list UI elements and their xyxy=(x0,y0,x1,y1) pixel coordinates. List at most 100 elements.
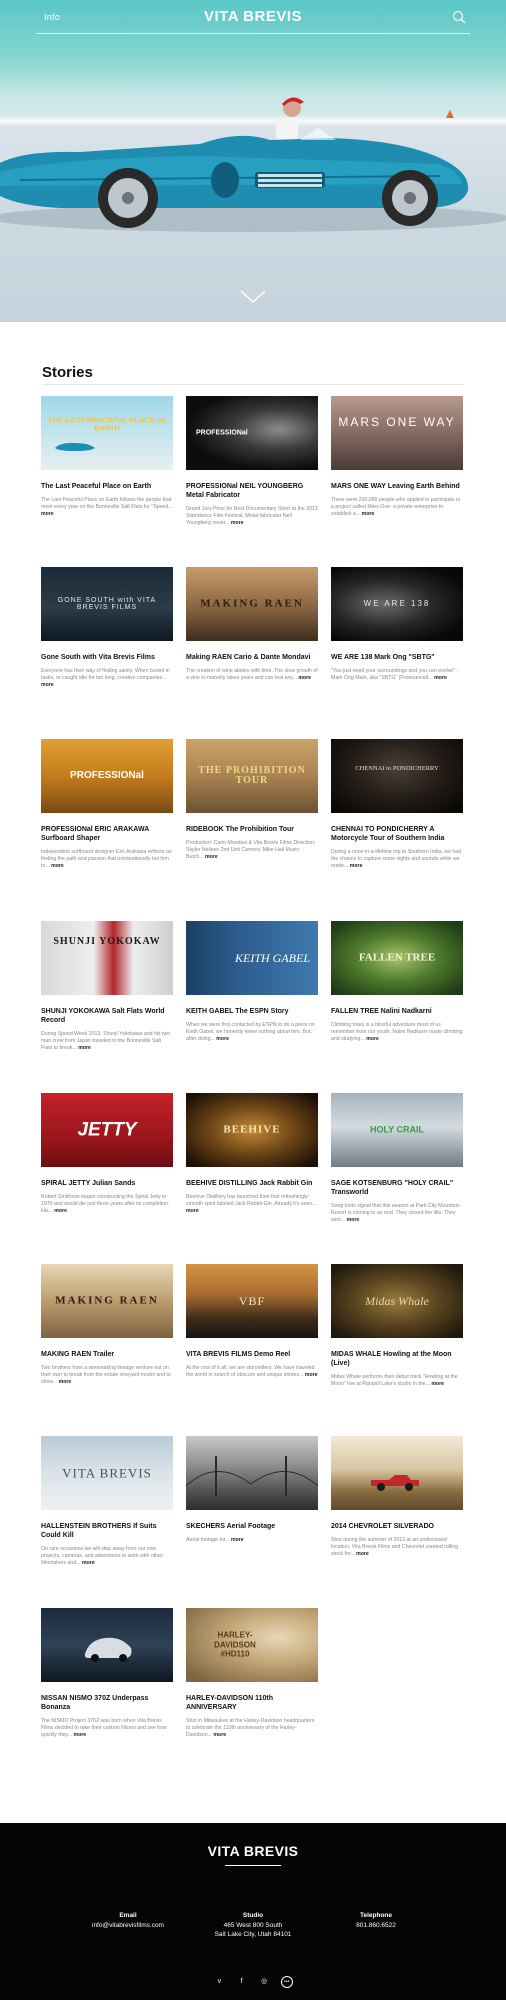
site-logo[interactable]: VITA BREVIS xyxy=(36,8,470,25)
story-thumbnail[interactable]: JETTY xyxy=(41,1093,173,1167)
more-link[interactable]: more xyxy=(74,1732,87,1738)
story-title[interactable]: PROFESSIONal ERIC ARAKAWA Surfboard Shap… xyxy=(41,825,173,843)
story-title[interactable]: HARLEY-DAVIDSON 110th ANNIVERSARY xyxy=(186,1694,318,1712)
story-thumbnail[interactable] xyxy=(41,1608,173,1682)
more-link[interactable]: more xyxy=(305,1372,318,1378)
story-title[interactable]: HALLENSTEIN BROTHERS If Suits Could Kill xyxy=(41,1522,173,1540)
story-card[interactable]: SHUNJI YOKOKAW SHUNJI YOKOKAWA Salt Flat… xyxy=(41,921,173,1053)
more-link[interactable]: more xyxy=(216,1036,229,1042)
story-card[interactable]: THE LAST PEACEFUL PLACE on EARTH The Las… xyxy=(41,396,173,519)
more-link[interactable]: more xyxy=(356,1551,369,1557)
story-thumbnail[interactable]: VITA BREVIS xyxy=(41,1436,173,1510)
story-card[interactable]: 2014 CHEVROLET SILVERADO Shot during the… xyxy=(331,1436,463,1559)
story-title[interactable]: Gone South with Vita Brevis Films xyxy=(41,653,173,662)
more-link[interactable]: more xyxy=(205,854,218,860)
footer-logo[interactable]: VITA BREVIS xyxy=(0,1843,506,1859)
story-card[interactable]: Midas Whale MIDAS WHALE Howling at the M… xyxy=(331,1264,463,1388)
story-title[interactable]: SAGE KOTSENBURG "HOLY CRAIL" Transworld xyxy=(331,1179,463,1197)
story-title[interactable]: 2014 CHEVROLET SILVERADO xyxy=(331,1522,463,1531)
story-thumbnail[interactable]: WE ARE 138 xyxy=(331,567,463,641)
more-link[interactable]: more xyxy=(78,1045,91,1051)
story-thumbnail[interactable]: MARS ONE WAY xyxy=(331,396,463,470)
story-thumbnail[interactable]: GONE SOUTH with VITA BREVIS FILMS xyxy=(41,567,173,641)
more-link[interactable]: more xyxy=(434,675,447,681)
story-thumbnail[interactable]: SHUNJI YOKOKAW xyxy=(41,921,173,995)
story-thumbnail[interactable]: Midas Whale xyxy=(331,1264,463,1338)
email-link[interactable]: info@vitabrevisfilms.com xyxy=(88,1921,168,1931)
chevron-down-icon[interactable] xyxy=(240,290,266,304)
story-title[interactable]: CHENNAI TO PONDICHERRY A Motorcycle Tour… xyxy=(331,825,463,843)
story-title[interactable]: PROFESSIONal NEIL YOUNGBERG Metal Fabric… xyxy=(186,482,318,500)
more-link[interactable]: more xyxy=(350,863,363,869)
more-link[interactable]: more xyxy=(51,863,64,869)
vimeo-icon[interactable]: v xyxy=(213,1976,225,1988)
story-title[interactable]: Making RAEN Cario & Dante Mondavi xyxy=(186,653,318,662)
story-title[interactable]: WE ARE 138 Mark Ong "SBTG" xyxy=(331,653,463,662)
story-thumbnail[interactable]: BEEHIVE xyxy=(186,1093,318,1167)
story-card[interactable]: FALLEN TREE FALLEN TREE Nalini Nadkarni … xyxy=(331,921,463,1044)
story-thumbnail[interactable]: HOLY CRAIL xyxy=(331,1093,463,1167)
story-thumbnail[interactable]: MAKING RAEN xyxy=(186,567,318,641)
story-card[interactable]: VITA BREVIS HALLENSTEIN BROTHERS If Suit… xyxy=(41,1436,173,1568)
story-title[interactable]: The Last Peaceful Place on Earth xyxy=(41,482,173,491)
story-card[interactable]: BEEHIVE BEEHIVE DISTILLING Jack Rabbit G… xyxy=(186,1093,318,1216)
more-link[interactable]: more xyxy=(59,1379,72,1385)
phone-link[interactable]: 801.860.6522 xyxy=(336,1921,416,1931)
more-link[interactable]: more xyxy=(186,1208,199,1214)
more-link[interactable]: more xyxy=(231,520,244,526)
story-thumbnail[interactable]: VBF xyxy=(186,1264,318,1338)
story-thumbnail[interactable] xyxy=(331,1436,463,1510)
story-card[interactable]: WE ARE 138 WE ARE 138 Mark Ong "SBTG" "Y… xyxy=(331,567,463,682)
story-card[interactable]: JETTY SPIRAL JETTY Julian Sands Robert S… xyxy=(41,1093,173,1216)
more-link[interactable]: more xyxy=(213,1732,226,1738)
story-title[interactable]: RIDEBOOK The Prohibition Tour xyxy=(186,825,318,834)
more-link[interactable]: more xyxy=(362,511,375,517)
story-thumbnail[interactable]: FALLEN TREE xyxy=(331,921,463,995)
story-title[interactable]: FALLEN TREE Nalini Nadkarni xyxy=(331,1007,463,1016)
story-card[interactable]: NISSAN NISMO 370Z Underpass Bonanza The … xyxy=(41,1608,173,1740)
story-thumbnail[interactable]: THE PROHIBITION TOUR xyxy=(186,739,318,813)
story-thumbnail[interactable]: KEITH GABEL xyxy=(186,921,318,995)
story-card[interactable]: GONE SOUTH with VITA BREVIS FILMS Gone S… xyxy=(41,567,173,690)
more-link[interactable]: more xyxy=(347,1217,360,1223)
story-card[interactable]: THE PROHIBITION TOUR RIDEBOOK The Prohib… xyxy=(186,739,318,862)
more-link[interactable]: more xyxy=(82,1560,95,1566)
story-card[interactable]: MAKING RAEN Making RAEN Cario & Dante Mo… xyxy=(186,567,318,682)
facebook-icon[interactable]: f xyxy=(236,1976,248,1988)
story-card[interactable]: PROFESSIONal PROFESSIONal ERIC ARAKAWA S… xyxy=(41,739,173,871)
more-link[interactable]: more xyxy=(54,1208,67,1214)
story-card[interactable]: HOLY CRAIL SAGE KOTSENBURG "HOLY CRAIL" … xyxy=(331,1093,463,1225)
more-link[interactable]: more xyxy=(41,511,54,517)
story-thumbnail[interactable]: PROFESSIONal xyxy=(41,739,173,813)
story-thumbnail[interactable]: THE LAST PEACEFUL PLACE on EARTH xyxy=(41,396,173,470)
story-card[interactable]: SKECHERS Aerial Footage Aerial footage f… xyxy=(186,1436,318,1544)
story-thumbnail[interactable]: HARLEY-DAVIDSON #HD110 xyxy=(186,1608,318,1682)
story-card[interactable]: KEITH GABEL KEITH GABEL The ESPN Story W… xyxy=(186,921,318,1044)
story-thumbnail[interactable] xyxy=(186,1436,318,1510)
story-title[interactable]: BEEHIVE DISTILLING Jack Rabbit Gin xyxy=(186,1179,318,1188)
story-card[interactable]: MAKING RAEN MAKING RAEN Trailer Two brot… xyxy=(41,1264,173,1387)
story-title[interactable]: MIDAS WHALE Howling at the Moon (Live) xyxy=(331,1350,463,1368)
story-card[interactable]: PROFESSIONal PROFESSIONal NEIL YOUNGBERG… xyxy=(186,396,318,528)
more-link[interactable]: more xyxy=(431,1381,444,1387)
more-link[interactable]: more xyxy=(231,1537,244,1543)
story-title[interactable]: MARS ONE WAY Leaving Earth Behind xyxy=(331,482,463,491)
story-thumbnail[interactable]: MAKING RAEN xyxy=(41,1264,173,1338)
story-title[interactable]: SKECHERS Aerial Footage xyxy=(186,1522,318,1531)
story-thumbnail[interactable]: CHENNAI to PONDICHERRY xyxy=(331,739,463,813)
more-link[interactable]: more xyxy=(298,675,311,681)
story-title[interactable]: SHUNJI YOKOKAWA Salt Flats World Record xyxy=(41,1007,173,1025)
more-social-icon[interactable]: ••• xyxy=(280,1976,293,1988)
story-title[interactable]: SPIRAL JETTY Julian Sands xyxy=(41,1179,173,1188)
story-title[interactable]: NISSAN NISMO 370Z Underpass Bonanza xyxy=(41,1694,173,1712)
story-card[interactable]: MARS ONE WAY MARS ONE WAY Leaving Earth … xyxy=(331,396,463,519)
story-card[interactable]: VBF VITA BREVIS FILMS Demo Reel At the r… xyxy=(186,1264,318,1379)
story-title[interactable]: VITA BREVIS FILMS Demo Reel xyxy=(186,1350,318,1359)
story-card[interactable]: CHENNAI to PONDICHERRY CHENNAI TO PONDIC… xyxy=(331,739,463,871)
story-title[interactable]: KEITH GABEL The ESPN Story xyxy=(186,1007,318,1016)
story-card[interactable]: HARLEY-DAVIDSON #HD110 HARLEY-DAVIDSON 1… xyxy=(186,1608,318,1740)
search-icon[interactable] xyxy=(452,10,466,24)
instagram-icon[interactable]: ◎ xyxy=(258,1976,270,1988)
story-title[interactable]: MAKING RAEN Trailer xyxy=(41,1350,173,1359)
story-thumbnail[interactable]: PROFESSIONal xyxy=(186,396,318,470)
